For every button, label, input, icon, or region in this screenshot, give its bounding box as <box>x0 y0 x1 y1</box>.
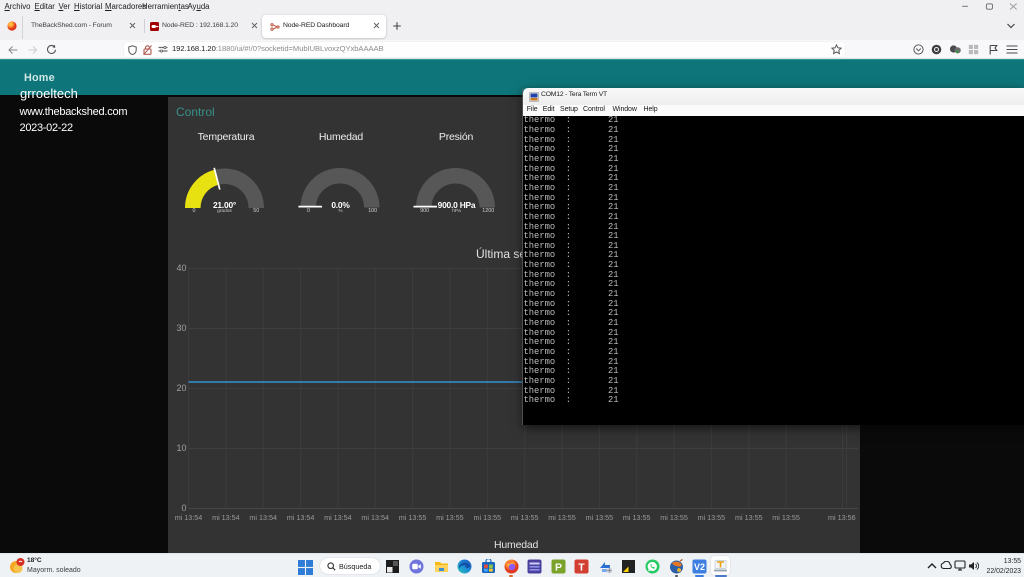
svg-text:T: T <box>578 562 585 574</box>
svg-text:V2: V2 <box>694 562 705 572</box>
svg-text:P: P <box>555 562 562 574</box>
